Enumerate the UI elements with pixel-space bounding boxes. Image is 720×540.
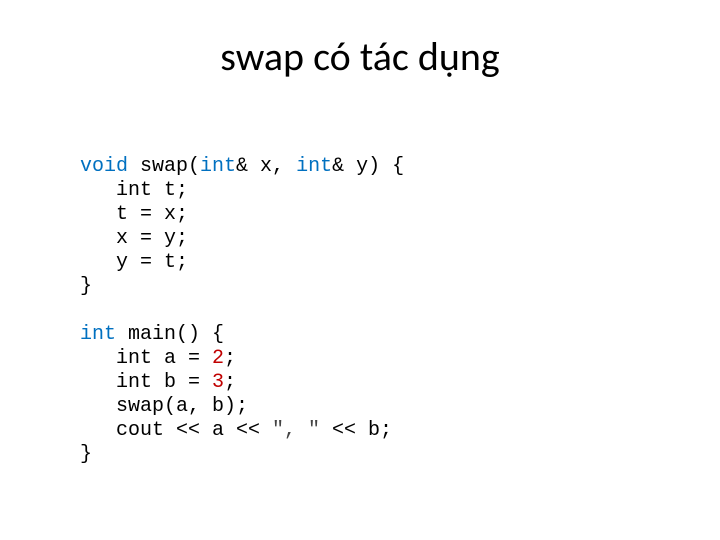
keyword-int: int (200, 155, 236, 178)
number-literal: 2 (212, 347, 224, 370)
code-line: void swap(int& x, int& y) { (80, 155, 404, 178)
keyword-int: int (296, 155, 332, 178)
keyword-void: void (80, 155, 128, 178)
code-line: int main() { (80, 323, 224, 346)
code-line: t = x; (80, 203, 188, 226)
code-line: swap(a, b); (80, 395, 248, 418)
code-line: cout << a << ", " << b; (80, 419, 392, 442)
code-line: x = y; (80, 227, 188, 250)
code-line: int t; (80, 179, 188, 202)
keyword-int: int (80, 323, 116, 346)
string-literal: ", " (272, 419, 320, 442)
code-line: y = t; (80, 251, 188, 274)
code-block: void swap(int& x, int& y) { int t; t = x… (80, 131, 660, 467)
code-line: int a = 2; (80, 347, 236, 370)
number-literal: 3 (212, 371, 224, 394)
slide-title: swap có tác dụng (60, 32, 660, 81)
code-line: } (80, 275, 92, 298)
code-line: } (80, 443, 92, 466)
code-line: int b = 3; (80, 371, 236, 394)
slide: swap có tác dụng void swap(int& x, int& … (0, 0, 720, 540)
